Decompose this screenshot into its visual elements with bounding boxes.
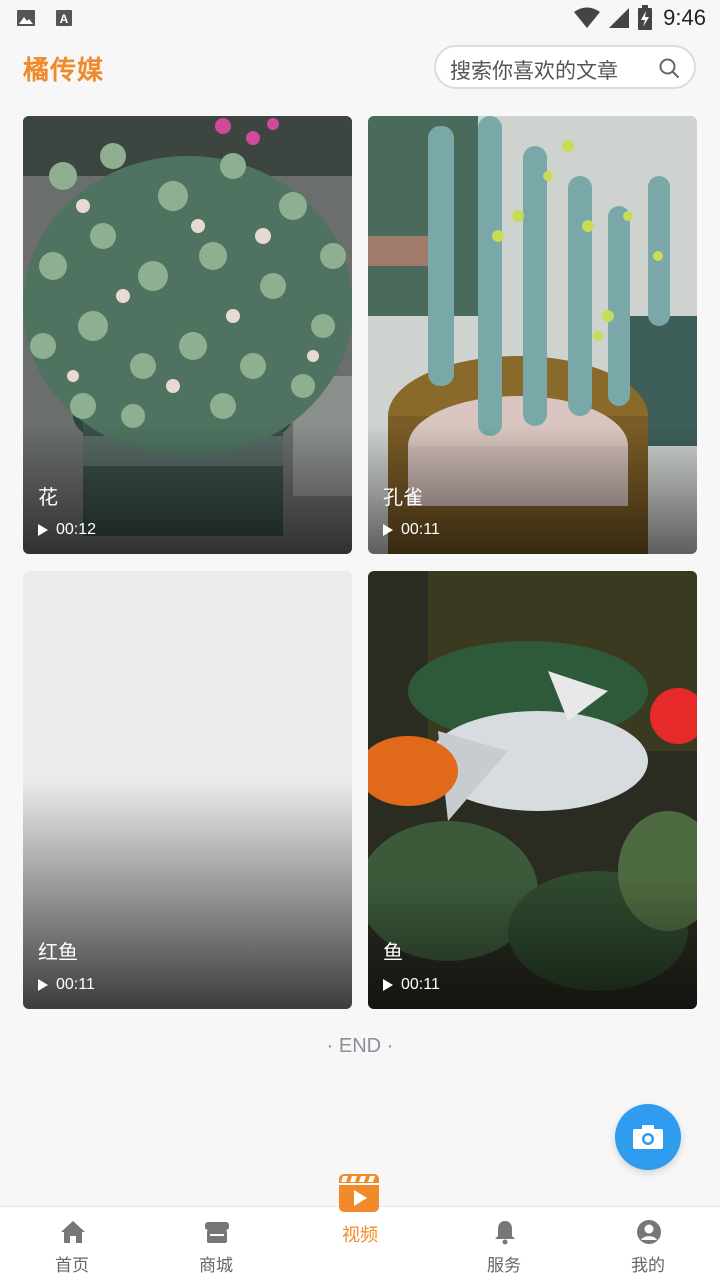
brand-logo-text: 橘传媒 <box>23 56 105 86</box>
battery-charging-icon <box>638 5 653 30</box>
tab-service[interactable]: 服务 <box>432 1207 576 1280</box>
video-title: 孔雀 <box>383 485 423 509</box>
tab-label: 服务 <box>487 1256 521 1276</box>
image-icon <box>17 10 35 26</box>
end-of-list-label: · END · <box>326 1035 394 1057</box>
tab-label: 我的 <box>631 1256 665 1276</box>
text-a-icon: A <box>56 10 72 26</box>
home-icon <box>61 1221 85 1243</box>
video-duration: 00:11 <box>401 521 440 538</box>
search-placeholder: 搜索你喜欢的文章 <box>450 59 618 83</box>
bell-icon <box>495 1221 515 1245</box>
video-duration: 00:12 <box>56 521 97 538</box>
video-card[interactable]: 花 00:12 <box>23 116 352 554</box>
store-icon <box>205 1222 229 1243</box>
video-duration: 00:11 <box>401 976 440 993</box>
tab-label: 视频 <box>342 1225 378 1246</box>
video-title: 红鱼 <box>38 940 78 964</box>
play-icon <box>383 524 393 536</box>
app-header: 橘传媒 搜索你喜欢的文章 <box>0 40 720 98</box>
tab-label: 商城 <box>199 1256 233 1276</box>
tab-profile[interactable]: 我的 <box>576 1207 720 1280</box>
video-duration: 00:11 <box>56 976 95 993</box>
tab-label: 首页 <box>55 1256 89 1276</box>
video-card[interactable]: 孔雀 00:11 <box>368 116 697 554</box>
video-play-icon[interactable] <box>337 1172 381 1214</box>
search-input[interactable]: 搜索你喜欢的文章 <box>434 45 696 89</box>
play-icon <box>383 979 393 991</box>
search-icon[interactable] <box>658 57 680 79</box>
tab-store[interactable]: 商城 <box>144 1207 288 1280</box>
status-bar: A 9:46 <box>0 0 720 36</box>
camera-button[interactable] <box>615 1104 681 1170</box>
tab-video[interactable]: 视频 <box>288 1207 432 1280</box>
svg-text:A: A <box>60 12 69 26</box>
camera-icon <box>633 1125 663 1149</box>
signal-icon <box>609 8 630 28</box>
play-icon <box>38 979 48 991</box>
video-card[interactable]: 鱼 00:11 <box>368 571 697 1009</box>
video-title: 鱼 <box>383 940 403 964</box>
video-card[interactable]: 红鱼 00:11 <box>23 571 352 1009</box>
play-icon <box>38 524 48 536</box>
video-title: 花 <box>38 485 58 509</box>
wifi-icon <box>574 7 601 28</box>
status-time: 9:46 <box>663 5 706 30</box>
profile-icon <box>637 1220 661 1244</box>
bottom-tab-bar: 首页 商城 视频 服务 我的 <box>0 1206 720 1280</box>
tab-home[interactable]: 首页 <box>0 1207 144 1280</box>
